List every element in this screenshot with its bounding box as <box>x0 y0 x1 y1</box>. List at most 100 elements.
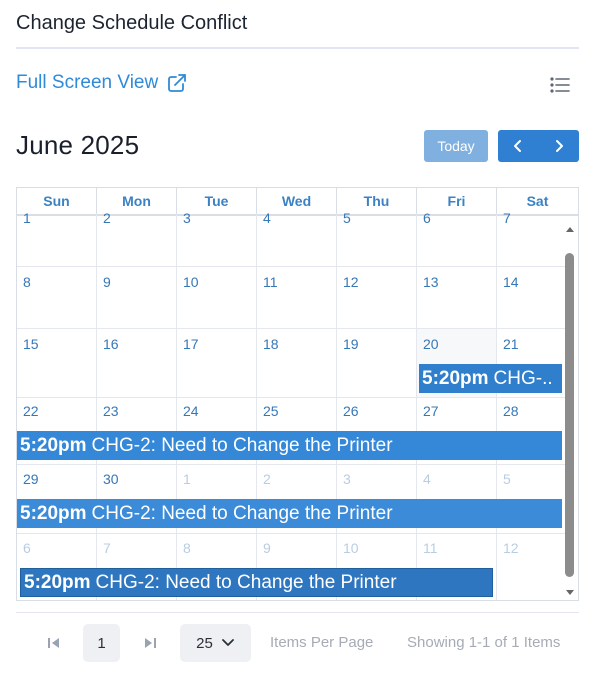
day-number: 1 <box>183 471 191 487</box>
day-cell[interactable]: 10 <box>177 267 257 328</box>
day-number: 11 <box>263 274 278 290</box>
day-cell[interactable]: 15 <box>17 329 97 397</box>
day-number: 3 <box>343 471 351 487</box>
day-number: 23 <box>103 403 119 419</box>
today-button[interactable]: Today <box>424 130 488 162</box>
day-cell[interactable]: 2 <box>97 210 177 266</box>
day-number: 18 <box>263 336 279 352</box>
day-number: 16 <box>103 336 119 352</box>
day-number: 29 <box>23 471 39 487</box>
calendar-scrollbar[interactable] <box>564 227 577 595</box>
day-number: 7 <box>103 540 111 556</box>
event-title: CHG-2: Need to Change the Printer <box>91 502 393 524</box>
pagination: 1 25 Items Per Page Showing 1-1 of 1 Ite… <box>16 624 579 662</box>
day-number: 5 <box>503 471 511 487</box>
month-title: June 2025 <box>16 130 140 160</box>
day-number: 19 <box>343 336 359 352</box>
day-cell[interactable]: 5 <box>337 210 417 266</box>
week-row: 8 9 10 11 12 13 14 <box>17 267 565 329</box>
next-month-button[interactable] <box>539 130 580 162</box>
event-time: 5:20pm <box>20 502 87 524</box>
event-time: 5:20pm <box>20 434 87 456</box>
page-number-button[interactable]: 1 <box>83 624 120 662</box>
day-number: 12 <box>343 274 359 290</box>
day-number: 1 <box>23 210 31 226</box>
event-title: CHG-2: Need to Change the Printer <box>91 434 393 456</box>
day-cell[interactable]: 18 <box>257 329 337 397</box>
week-row: 1 2 3 4 5 6 7 <box>17 210 565 267</box>
day-cell[interactable]: 7 <box>497 210 565 266</box>
day-cell[interactable]: 9 <box>97 267 177 328</box>
day-cell[interactable]: 1 <box>17 210 97 266</box>
day-number: 8 <box>23 274 31 290</box>
calendar-grid: Sun Mon Tue Wed Thu Fri Sat 1 2 3 4 5 6 … <box>16 187 579 601</box>
items-per-page-label: Items Per Page <box>270 634 374 651</box>
day-number: 30 <box>103 471 119 487</box>
last-page-icon[interactable] <box>143 636 157 650</box>
chevron-down-icon <box>221 639 234 646</box>
first-page-icon[interactable] <box>47 636 61 650</box>
day-number: 2 <box>103 210 111 226</box>
calendar-event[interactable]: 5:20pm CHG-2: Need to Change the Printer <box>20 568 493 597</box>
day-number: 6 <box>23 540 31 556</box>
day-number: 7 <box>503 210 511 226</box>
chevron-left-icon <box>514 140 522 152</box>
day-cell[interactable]: 4 <box>257 210 337 266</box>
title-divider <box>16 47 579 49</box>
day-cell[interactable]: 17 <box>177 329 257 397</box>
day-number: 20 <box>423 336 439 352</box>
day-number: 28 <box>503 403 519 419</box>
day-cell-other-month[interactable]: 12 <box>497 534 565 600</box>
day-number: 10 <box>343 540 359 556</box>
day-number: 27 <box>423 403 439 419</box>
day-number: 13 <box>423 274 439 290</box>
day-cell[interactable]: 6 <box>417 210 497 266</box>
day-number: 17 <box>183 336 199 352</box>
items-per-page-select[interactable]: 25 <box>180 624 251 662</box>
calendar-event[interactable]: 5:20pm CHG-.. <box>419 364 562 393</box>
day-number: 14 <box>503 274 519 290</box>
day-cell[interactable]: 8 <box>17 267 97 328</box>
items-per-page-value: 25 <box>196 634 213 652</box>
scroll-up-arrow-icon[interactable] <box>566 227 574 232</box>
day-number: 25 <box>263 403 279 419</box>
day-number: 26 <box>343 403 359 419</box>
day-number: 4 <box>423 471 431 487</box>
day-number: 4 <box>263 210 271 226</box>
day-cell[interactable]: 16 <box>97 329 177 397</box>
event-title: CHG-.. <box>493 367 553 389</box>
full-screen-view-link[interactable]: Full Screen View <box>16 72 187 94</box>
day-number: 10 <box>183 274 199 290</box>
day-number: 9 <box>103 274 111 290</box>
calendar-body: 1 2 3 4 5 6 7 8 9 10 11 12 13 14 15 16 1… <box>17 210 565 600</box>
previous-month-button[interactable] <box>498 130 539 162</box>
event-time: 5:20pm <box>422 367 489 389</box>
external-link-icon <box>168 74 187 92</box>
event-time: 5:20pm <box>24 571 91 593</box>
day-number: 6 <box>423 210 431 226</box>
day-cell[interactable]: 19 <box>337 329 417 397</box>
weekday-header: Sun Mon Tue Wed Thu Fri Sat <box>17 188 578 216</box>
day-cell[interactable]: 3 <box>177 210 257 266</box>
calendar-event[interactable]: 5:20pm CHG-2: Need to Change the Printer <box>17 499 562 528</box>
day-cell[interactable]: 11 <box>257 267 337 328</box>
scroll-down-arrow-icon[interactable] <box>566 590 574 595</box>
day-number: 8 <box>183 540 191 556</box>
full-screen-view-label: Full Screen View <box>16 72 159 93</box>
day-cell[interactable]: 14 <box>497 267 565 328</box>
day-number: 3 <box>183 210 191 226</box>
day-cell[interactable]: 12 <box>337 267 417 328</box>
day-number: 5 <box>343 210 351 226</box>
page-title: Change Schedule Conflict <box>16 12 248 34</box>
scrollbar-thumb[interactable] <box>565 253 574 577</box>
list-view-icon[interactable] <box>550 76 570 94</box>
day-number: 24 <box>183 403 199 419</box>
calendar-event[interactable]: 5:20pm CHG-2: Need to Change the Printer <box>17 431 562 460</box>
day-cell[interactable]: 13 <box>417 267 497 328</box>
month-navigation <box>498 130 579 162</box>
day-number: 22 <box>23 403 39 419</box>
day-number: 12 <box>503 540 519 556</box>
chevron-right-icon <box>555 140 563 152</box>
day-number: 2 <box>263 471 271 487</box>
event-title: CHG-2: Need to Change the Printer <box>95 571 397 593</box>
